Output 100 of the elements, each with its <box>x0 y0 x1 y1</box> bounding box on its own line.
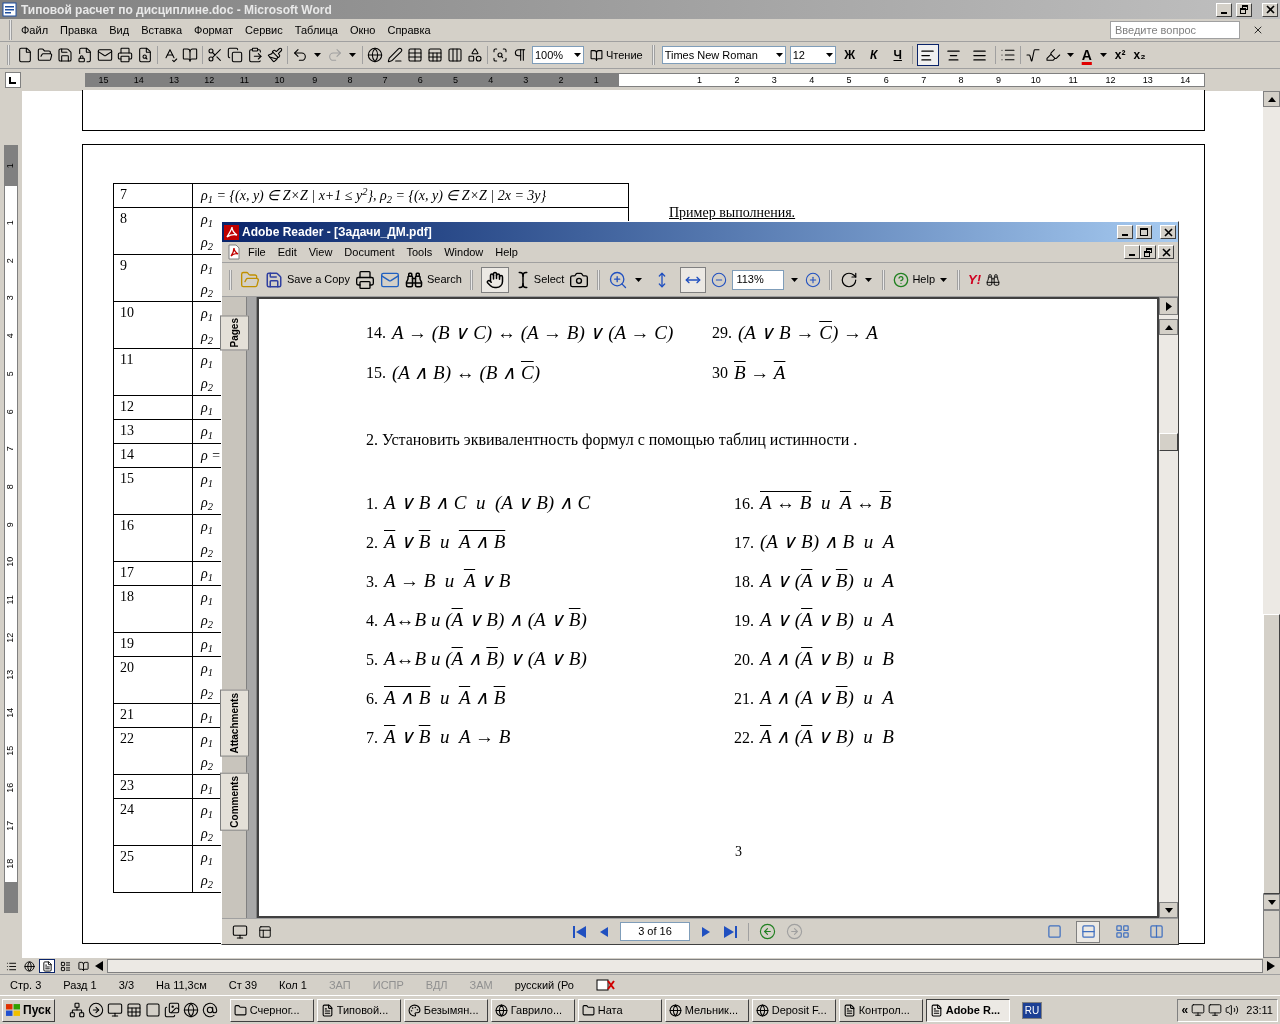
zoom-in-icon[interactable] <box>805 271 822 288</box>
drawing-icon[interactable] <box>467 47 483 63</box>
taskbar-button[interactable]: Безымян... <box>403 998 488 1022</box>
print-icon[interactable] <box>117 47 133 63</box>
network-icon[interactable] <box>1191 1003 1206 1017</box>
scroll-button[interactable] <box>1263 91 1280 107</box>
first-page-icon[interactable] <box>572 924 588 939</box>
undo-icon[interactable] <box>292 47 308 63</box>
caret-icon[interactable] <box>1066 53 1074 57</box>
last-page-icon[interactable] <box>722 924 738 939</box>
toolbar-logo[interactable]: Y! <box>968 269 982 290</box>
minimize-button[interactable] <box>1216 2 1232 17</box>
taskbar-button[interactable]: Гаврило... <box>490 998 575 1022</box>
fit-width-button[interactable] <box>680 266 707 293</box>
menu-item[interactable]: Формат <box>188 21 240 39</box>
continuous-layout-button[interactable] <box>1076 920 1100 943</box>
search-button[interactable]: Search <box>405 270 462 289</box>
scroll-right-icon[interactable] <box>1265 960 1277 972</box>
quick-launch-icon[interactable] <box>87 1002 104 1018</box>
save-icon[interactable] <box>57 47 73 63</box>
email-icon[interactable] <box>97 47 113 63</box>
quick-launch-icon[interactable] <box>68 1002 85 1018</box>
copy-icon[interactable] <box>227 47 243 63</box>
new-document-icon[interactable] <box>17 47 33 63</box>
list-icon[interactable] <box>999 47 1016 63</box>
panel-icon[interactable] <box>258 924 272 939</box>
quick-launch-icon[interactable] <box>125 1002 142 1018</box>
rotate-page-icon[interactable] <box>840 270 859 289</box>
scroll-button[interactable] <box>1159 902 1178 918</box>
minimize-button[interactable] <box>1124 245 1140 259</box>
subscript-button[interactable]: x₂ <box>1131 46 1148 64</box>
reading-button[interactable]: Чтение <box>588 46 645 64</box>
quick-launch-icon[interactable] <box>182 1002 199 1018</box>
print-view-button[interactable] <box>39 959 55 973</box>
close-icon[interactable] <box>1252 24 1264 36</box>
navigation-tab[interactable]: Pages <box>219 315 249 351</box>
menu-item[interactable]: File <box>242 243 272 261</box>
quick-launch-icon[interactable] <box>106 1002 123 1018</box>
web-view-button[interactable] <box>21 959 37 973</box>
taskbar-button[interactable]: Счерног... <box>229 998 314 1022</box>
close-button[interactable] <box>1160 225 1176 239</box>
taskbar-button[interactable]: Deposit F... <box>751 998 836 1022</box>
menu-item[interactable]: Окно <box>343 21 382 39</box>
format-painter-icon[interactable] <box>267 47 283 63</box>
font-size-field[interactable]: 12 <box>789 46 836 64</box>
bold-button[interactable]: Ж <box>839 46 860 64</box>
highlighter-icon[interactable] <box>1044 47 1061 63</box>
draw-table-icon[interactable] <box>387 47 403 63</box>
start-button[interactable]: Пуск <box>2 998 55 1022</box>
help-search-field[interactable]: Введите вопрос <box>1110 21 1240 39</box>
menu-item[interactable]: Справка <box>381 21 437 39</box>
binoculars-icon[interactable] <box>986 272 1001 287</box>
superscript-button[interactable]: x² <box>1112 46 1128 64</box>
menu-item[interactable]: Edit <box>271 243 303 261</box>
columns-icon[interactable] <box>447 47 463 63</box>
taskbar-button[interactable]: Мельник... <box>664 998 749 1022</box>
menu-item[interactable]: Правка <box>54 21 104 39</box>
scroll-thumb[interactable] <box>1263 614 1280 894</box>
taskbar-button[interactable]: Ната <box>577 998 662 1022</box>
caret-icon[interactable] <box>825 53 833 57</box>
font-field[interactable]: Times New Roman <box>661 46 786 64</box>
equation-icon[interactable] <box>1024 47 1041 63</box>
previous-page-icon[interactable] <box>598 925 610 938</box>
language-indicator[interactable]: RU <box>1021 1001 1043 1019</box>
scroll-button[interactable] <box>1159 319 1178 335</box>
restore-button[interactable] <box>1236 2 1252 17</box>
panel-splitter[interactable] <box>246 297 257 918</box>
caret-icon[interactable] <box>635 277 643 282</box>
close-button[interactable] <box>1158 245 1174 259</box>
scroll-left-icon[interactable] <box>93 960 105 972</box>
print-preview-icon[interactable] <box>137 47 153 63</box>
taskbar-button[interactable]: Контрол... <box>838 998 923 1022</box>
help-caret-icon[interactable] <box>940 277 948 282</box>
caret-icon[interactable] <box>791 277 799 282</box>
scroll-button[interactable] <box>1159 297 1178 315</box>
menu-item[interactable]: Вставка <box>135 21 188 39</box>
navigation-tab[interactable]: Comments <box>219 773 249 831</box>
caret-icon[interactable] <box>574 53 581 57</box>
vertical-scrollbar[interactable] <box>1263 91 1280 958</box>
taskbar-button[interactable]: Типовой... <box>316 998 401 1022</box>
font-color-button[interactable]: A <box>1079 44 1094 66</box>
quick-launch-icon[interactable] <box>201 1002 218 1018</box>
underline-button[interactable]: Ч <box>887 46 908 64</box>
menu-item[interactable]: Document <box>338 243 401 261</box>
zoom-field[interactable]: 113% <box>732 269 785 290</box>
left-align-button[interactable] <box>916 44 939 66</box>
caret-icon[interactable] <box>865 277 873 282</box>
page-field[interactable]: 3 of 16 <box>620 922 690 941</box>
spreadsheet-icon[interactable] <box>427 47 443 63</box>
maximize-button[interactable] <box>1136 225 1152 239</box>
menu-item[interactable]: Таблица <box>288 21 344 39</box>
quick-launch-icon[interactable] <box>163 1002 180 1018</box>
paste-icon[interactable] <box>247 47 263 63</box>
document-map-icon[interactable] <box>492 47 508 63</box>
tab-stop-icon[interactable] <box>5 72 21 88</box>
menu-item[interactable]: Window <box>438 243 490 261</box>
help-button[interactable]: Help <box>893 271 950 288</box>
scroll-button[interactable] <box>1263 894 1280 910</box>
caret-icon[interactable] <box>775 53 783 57</box>
horizontal-scrollbar[interactable] <box>107 959 1263 973</box>
